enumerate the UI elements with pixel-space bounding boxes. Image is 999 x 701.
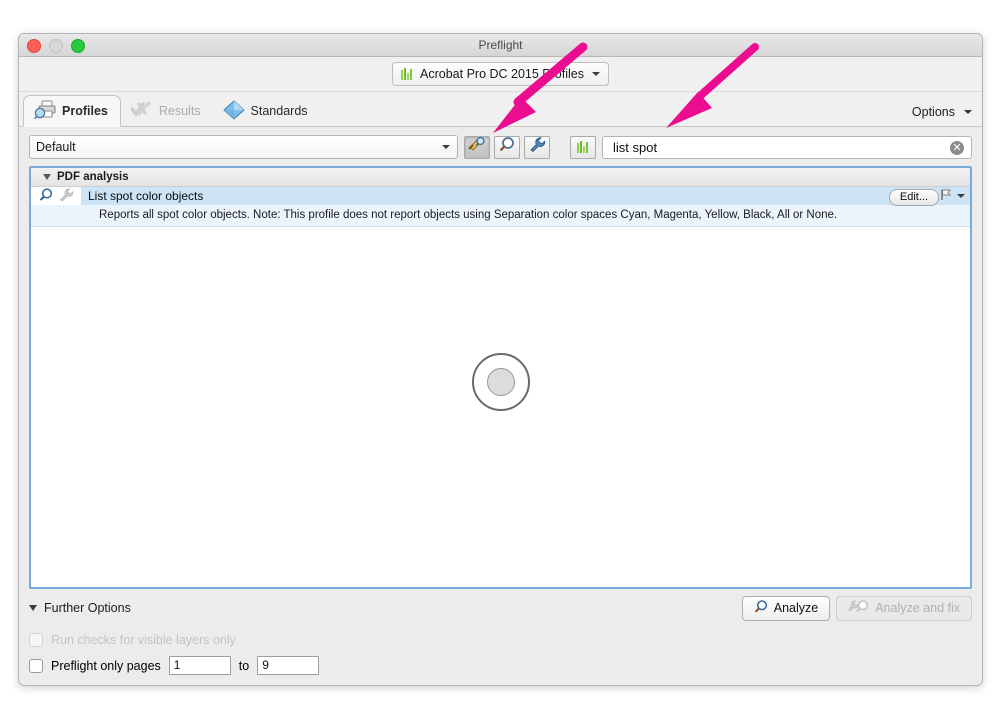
wrench-icon-disabled [59, 188, 74, 205]
maximize-window-button[interactable] [71, 39, 85, 53]
status-indicator [471, 353, 530, 411]
chevron-down-icon [964, 110, 972, 114]
analyze-and-fix-button[interactable]: Analyze and fix [836, 595, 972, 621]
footer-panel: Further Options Analyze Analyze and fix … [19, 589, 982, 685]
close-window-button[interactable] [27, 39, 41, 53]
tab-profiles[interactable]: Profiles [23, 95, 121, 127]
wrench-magnifier-icon [848, 599, 870, 617]
bar-chart-icon [401, 68, 414, 80]
wrench-icon [529, 137, 546, 157]
options-label: Options [911, 105, 955, 119]
further-options-label: Further Options [44, 601, 131, 615]
visible-layers-option-row: Run checks for visible layers only [29, 633, 972, 647]
tab-bar: Profiles Results Standards Options [19, 92, 982, 127]
chevron-down-icon [957, 194, 965, 198]
minimize-window-button[interactable] [49, 39, 63, 53]
disclosure-triangle-icon[interactable] [29, 605, 37, 611]
window-titlebar: Preflight [19, 34, 982, 57]
profiles-list-panel[interactable]: PDF analysis List spot color objects Edi… [29, 166, 972, 589]
page-range-option-row: Preflight only pages 1 to 9 [29, 656, 972, 675]
magnifier-icon [499, 137, 516, 157]
analyze-button[interactable]: Analyze [741, 595, 831, 621]
edit-button[interactable]: Edit... [888, 189, 939, 206]
tab-results[interactable]: Results [121, 96, 213, 126]
printer-magnifier-icon [34, 100, 56, 122]
profiles-view-button[interactable] [464, 135, 490, 159]
search-value: list spot [613, 139, 658, 155]
footer-top-row: Further Options Analyze Analyze and fix [29, 595, 972, 621]
search-field[interactable]: list spot ✕ [602, 135, 972, 159]
visible-layers-label: Run checks for visible layers only [51, 633, 236, 647]
tab-standards[interactable]: Standards [213, 96, 320, 126]
window-title: Preflight [478, 38, 523, 52]
page-range-checkbox[interactable] [29, 658, 43, 673]
list-item-description: Reports all spot color objects. Note: Th… [31, 205, 970, 227]
profile-group-select[interactable]: Default [29, 135, 458, 159]
profile-set-label: Acrobat Pro DC 2015 Profiles [420, 67, 584, 81]
blue-diamond-icon [222, 99, 245, 123]
options-menu-button[interactable]: Options [912, 105, 972, 126]
magnifier-icon [754, 599, 769, 617]
fixups-view-button[interactable] [524, 135, 550, 159]
analyze-and-fix-button-label: Analyze and fix [875, 601, 960, 615]
profile-set-toolbar: Acrobat Pro DC 2015 Profiles [19, 57, 982, 92]
tab-results-label: Results [158, 104, 201, 118]
filter-toolbar: Default list spot ✕ [29, 135, 972, 159]
magnifier-wrench-icon [468, 136, 486, 157]
status-indicator-core [486, 368, 515, 396]
window-controls [27, 39, 85, 53]
standards-library-button[interactable] [570, 135, 596, 159]
clear-search-icon[interactable]: ✕ [950, 140, 964, 155]
profile-set-dropdown[interactable]: Acrobat Pro DC 2015 Profiles [392, 62, 609, 86]
list-group-header[interactable]: PDF analysis [31, 168, 970, 187]
bar-chart-icon [576, 141, 590, 153]
list-item-title: List spot color objects [81, 187, 970, 205]
list-group-label: PDF analysis [57, 171, 129, 183]
action-buttons: Analyze Analyze and fix [741, 595, 972, 621]
tab-profiles-label: Profiles [62, 104, 108, 118]
page-range-label: Preflight only pages [51, 658, 161, 673]
flag-dropdown[interactable] [940, 188, 965, 204]
analyze-button-label: Analyze [773, 601, 819, 615]
profiles-content: Default list spot ✕ PDF analysis List sp… [19, 127, 982, 589]
disclosure-triangle-icon[interactable] [43, 174, 51, 180]
checks-view-button[interactable] [494, 135, 520, 159]
chevron-down-icon [442, 145, 450, 149]
profile-group-value: Default [36, 140, 76, 154]
preflight-window: Preflight Acrobat Pro DC 2015 Profiles P… [18, 33, 983, 686]
list-item[interactable]: List spot color objects Edit... [31, 187, 970, 206]
checkmarks-icon [130, 100, 153, 122]
flag-icon [940, 188, 953, 204]
page-from-input[interactable]: 1 [168, 656, 231, 675]
view-mode-buttons [464, 135, 550, 159]
chevron-down-icon [591, 72, 600, 76]
visible-layers-checkbox[interactable] [29, 633, 43, 647]
further-options-toggle[interactable]: Further Options [29, 601, 131, 615]
tab-standards-label: Standards [250, 104, 308, 118]
page-to-input[interactable]: 9 [257, 656, 320, 675]
page-to-label: to [238, 658, 250, 673]
magnifier-icon [39, 187, 54, 205]
